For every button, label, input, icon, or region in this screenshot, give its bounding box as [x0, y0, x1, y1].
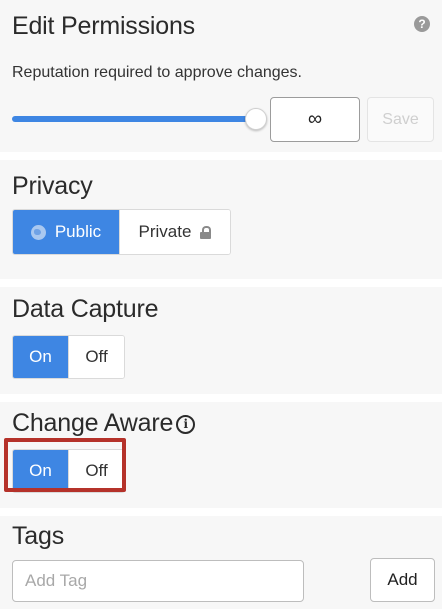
save-button[interactable]: Save: [367, 97, 434, 142]
data-capture-toggle: On Off: [12, 335, 125, 379]
highlight-box: [4, 438, 126, 492]
question-circle-icon[interactable]: ?: [414, 16, 430, 32]
tags-title: Tags: [12, 522, 65, 550]
data-capture-off-option[interactable]: Off: [68, 336, 124, 378]
data-capture-on-option[interactable]: On: [13, 336, 68, 378]
edit-permissions-title: Edit Permissions: [12, 12, 195, 40]
tags-panel: Tags Add: [0, 516, 442, 609]
public-option[interactable]: Public: [13, 210, 119, 254]
reputation-slider-track[interactable]: [12, 116, 258, 122]
add-tag-button[interactable]: Add: [370, 558, 435, 602]
edit-permissions-panel: Edit Permissions ? Reputation required t…: [0, 0, 442, 152]
reputation-slider-handle[interactable]: [245, 108, 267, 130]
globe-icon: [30, 224, 46, 240]
reputation-value-field[interactable]: ∞: [270, 97, 360, 142]
info-circle-icon[interactable]: i: [176, 415, 196, 434]
lock-icon: [200, 225, 212, 239]
add-tag-input[interactable]: [12, 560, 304, 602]
data-capture-title: Data Capture: [12, 295, 159, 323]
privacy-title: Privacy: [12, 172, 93, 200]
privacy-panel: Privacy Public Private: [0, 160, 442, 279]
change-aware-heading: Change Aware i: [12, 409, 196, 438]
private-label: Private: [138, 222, 192, 241]
data-capture-panel: Data Capture On Off: [0, 287, 442, 394]
change-aware-title: Change Aware: [12, 409, 174, 437]
reputation-description: Reputation required to approve changes.: [12, 64, 302, 81]
private-option[interactable]: Private: [119, 210, 230, 254]
public-label: Public: [54, 222, 102, 241]
privacy-toggle: Public Private: [12, 209, 231, 255]
